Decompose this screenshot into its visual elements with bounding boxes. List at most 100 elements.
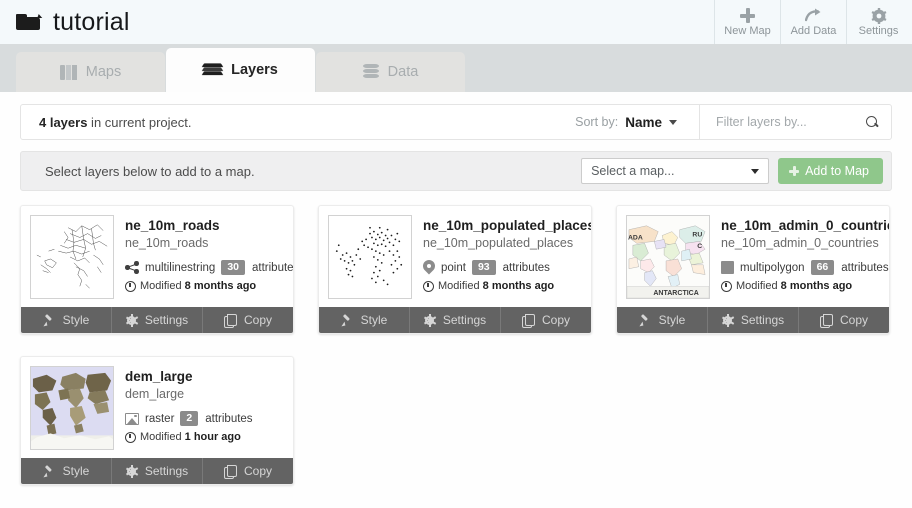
gear-icon — [721, 313, 735, 327]
layer-card[interactable]: dem_large dem_large raster 2 attributes … — [20, 356, 294, 485]
layer-card-body: ne_10m_populated_places ne_10m_populated… — [319, 206, 591, 307]
add-to-map-bar: Select layers below to add to a map. Sel… — [20, 151, 892, 191]
layer-modified-row: Modified 8 months ago — [125, 280, 284, 292]
brush-icon — [639, 314, 652, 327]
layer-meta-row: multilinestring 30 attributes — [125, 260, 293, 275]
style-button[interactable]: Style — [21, 307, 112, 333]
new-map-label: New Map — [724, 25, 771, 37]
folder-icon — [16, 12, 42, 32]
attribute-count-badge: 2 — [180, 411, 199, 426]
clock-icon — [125, 280, 136, 292]
page-title: tutorial — [53, 7, 130, 36]
sort-by-label: Sort by: — [575, 115, 619, 129]
sort-by-control[interactable]: Sort by: Name — [575, 115, 699, 130]
layer-modified-row: Modified 1 hour ago — [125, 431, 253, 443]
layer-title[interactable]: ne_10m_populated_places — [423, 218, 591, 234]
layer-geometry-type: multipolygon — [740, 261, 805, 274]
polygon-icon — [721, 261, 734, 274]
tab-layers[interactable]: Layers — [166, 48, 315, 92]
layer-info: ne_10m_admin_0_countries ne_10m_admin_0_… — [721, 215, 889, 299]
layer-card-footer: Style Settings Copy — [617, 307, 889, 333]
layer-thumbnail[interactable] — [30, 215, 114, 299]
layer-count-text: 4 layers in current project. — [39, 115, 191, 130]
style-label: Style — [360, 313, 388, 327]
layer-card[interactable]: ne_10m_roads ne_10m_roads multilinestrin… — [20, 205, 294, 334]
copy-icon — [819, 313, 834, 328]
layer-card[interactable]: ADA RU C ANTARCTICA ne_10m_admin_0_count… — [616, 205, 890, 334]
attribute-count-badge: 30 — [221, 260, 245, 275]
gear-icon — [870, 7, 887, 24]
new-map-button[interactable]: New Map — [714, 0, 780, 44]
layer-title[interactable]: ne_10m_admin_0_countries — [721, 218, 889, 234]
style-label: Style — [62, 313, 90, 327]
layer-card-grid: ne_10m_roads ne_10m_roads multilinestrin… — [20, 205, 892, 485]
copy-button[interactable]: Copy — [799, 307, 889, 333]
layer-title[interactable]: dem_large — [125, 369, 253, 385]
layer-card-body: dem_large dem_large raster 2 attributes … — [21, 357, 293, 458]
layer-info: dem_large dem_large raster 2 attributes … — [125, 366, 253, 450]
attribute-count-badge: 93 — [471, 260, 496, 275]
settings-button[interactable]: Settings — [112, 458, 203, 484]
settings-button[interactable]: Settings — [410, 307, 501, 333]
tab-maps-label: Maps — [85, 64, 122, 80]
layer-modified-value: 8 months ago — [780, 280, 853, 292]
tab-maps[interactable]: Maps — [16, 52, 165, 92]
layer-card[interactable]: ne_10m_populated_places ne_10m_populated… — [318, 205, 592, 334]
settings-label: Settings — [740, 313, 785, 327]
app-header: tutorial New Map Add Data Settings — [0, 0, 912, 44]
layer-thumbnail[interactable]: ADA RU C ANTARCTICA — [626, 215, 710, 299]
clock-icon — [125, 431, 136, 443]
plus-icon — [740, 7, 755, 24]
svg-text:ANTARCTICA: ANTARCTICA — [653, 290, 698, 297]
style-button[interactable]: Style — [617, 307, 708, 333]
copy-button[interactable]: Copy — [501, 307, 591, 333]
tab-data[interactable]: Data — [316, 52, 465, 92]
tab-layers-label: Layers — [231, 62, 278, 78]
copy-button[interactable]: Copy — [203, 307, 293, 333]
places-thumbnail-image — [329, 216, 411, 298]
layer-subtitle: ne_10m_populated_places — [423, 236, 574, 250]
svg-text:C: C — [697, 243, 702, 250]
add-data-button[interactable]: Add Data — [780, 0, 846, 44]
tab-bar: Maps Layers Data — [0, 44, 912, 92]
filter-layers-input[interactable] — [716, 115, 860, 129]
brush-icon — [341, 314, 354, 327]
sort-by-value: Name — [625, 114, 662, 130]
layer-modified-row: Modified 8 months ago — [423, 280, 582, 292]
select-layers-hint: Select layers below to add to a map. — [45, 163, 255, 179]
settings-button[interactable]: Settings — [112, 307, 203, 333]
roads-thumbnail-image — [31, 216, 113, 298]
search-icon[interactable] — [866, 115, 879, 129]
layer-modified-value: 8 months ago — [184, 280, 257, 292]
layers-icon — [201, 62, 224, 78]
raster-icon — [125, 412, 139, 425]
style-button[interactable]: Style — [21, 458, 112, 484]
main-content: 4 layers in current project. Sort by: Na… — [0, 92, 912, 508]
settings-label: Settings — [442, 313, 487, 327]
countries-thumbnail-image: ADA RU C ANTARCTICA — [627, 216, 709, 298]
copy-label: Copy — [243, 313, 272, 327]
layer-thumbnail[interactable] — [328, 215, 412, 299]
style-label: Style — [62, 464, 90, 478]
style-button[interactable]: Style — [319, 307, 410, 333]
settings-button[interactable]: Settings — [708, 307, 799, 333]
project-title-wrap: tutorial — [16, 8, 130, 37]
attributes-label: attributes — [502, 261, 550, 274]
svg-text:ADA: ADA — [628, 234, 643, 241]
copy-icon — [521, 313, 536, 328]
map-select-dropdown[interactable]: Select a map... — [581, 158, 770, 184]
arrow-forward-icon — [805, 7, 822, 24]
brush-icon — [43, 314, 56, 327]
svg-text:RU: RU — [692, 232, 702, 239]
layer-title[interactable]: ne_10m_roads — [125, 218, 284, 234]
layer-count: 4 layers — [39, 114, 88, 130]
layer-thumbnail[interactable] — [30, 366, 114, 450]
layer-meta-row: raster 2 attributes — [125, 411, 253, 426]
settings-button[interactable]: Settings — [846, 0, 912, 44]
copy-button[interactable]: Copy — [203, 458, 293, 484]
gear-icon — [125, 313, 139, 327]
add-to-map-button[interactable]: Add to Map — [778, 158, 883, 184]
style-label: Style — [658, 313, 686, 327]
settings-label: Settings — [144, 464, 189, 478]
layer-geometry-type: point — [441, 261, 466, 274]
